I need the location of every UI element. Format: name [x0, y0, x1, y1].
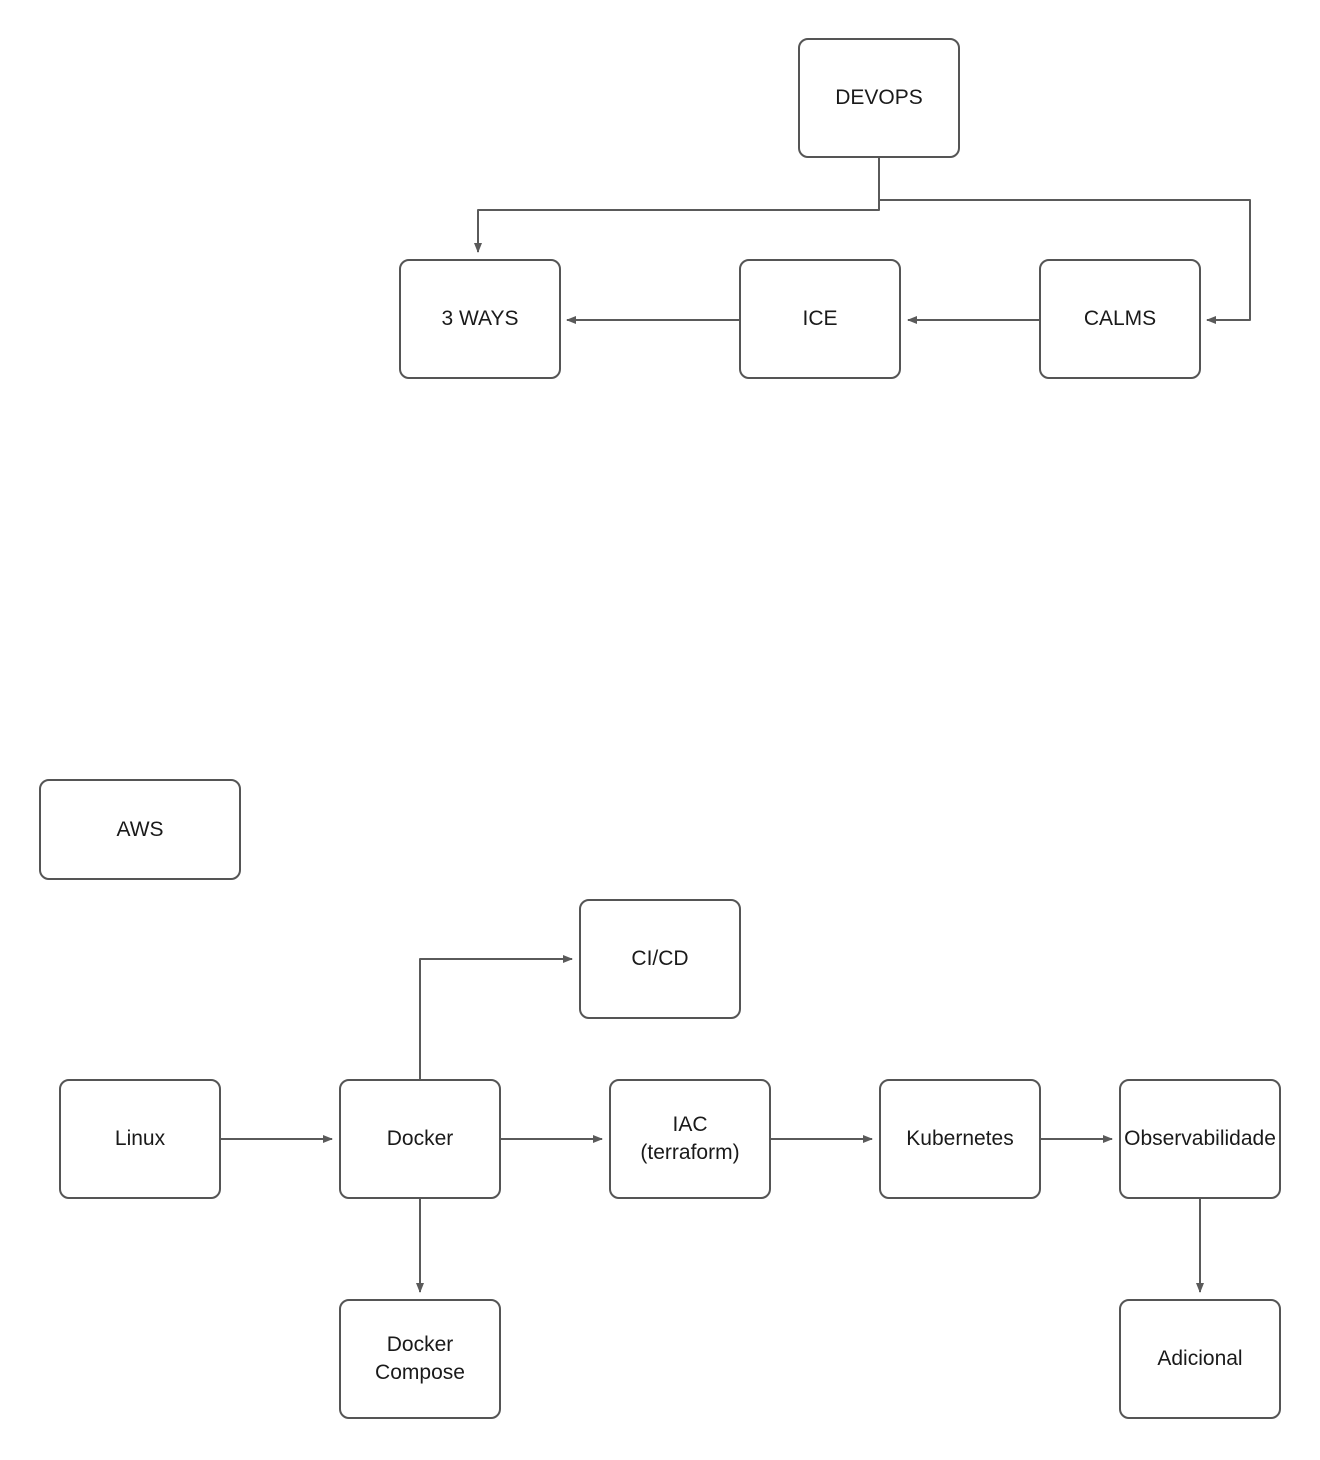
- node-label-docker: Docker: [386, 1127, 454, 1151]
- edge-devops-to-three-ways: [474, 158, 880, 253]
- node-cicd[interactable]: CI/CD: [579, 899, 741, 1019]
- node-label-adicional: Adicional: [1157, 1347, 1243, 1371]
- node-label-ice: ICE: [802, 307, 838, 331]
- node-ice[interactable]: ICE: [739, 259, 901, 379]
- node-aws[interactable]: AWS: [39, 779, 241, 880]
- node-linux[interactable]: Linux: [59, 1079, 221, 1199]
- node-label-three_ways: 3 WAYS: [441, 307, 519, 331]
- node-label-cicd: CI/CD: [631, 947, 689, 971]
- node-calms[interactable]: CALMS: [1039, 259, 1201, 379]
- node-observability[interactable]: Observabilidade: [1119, 1079, 1281, 1199]
- node-three_ways[interactable]: 3 WAYS: [399, 259, 561, 379]
- node-devops[interactable]: DEVOPS: [798, 38, 960, 158]
- node-label-linux: Linux: [114, 1127, 166, 1151]
- diagram-edges-layer: [221, 158, 1251, 1293]
- diagram-canvas: DEVOPS 3 WAYS ICE CALMS AWS CI/CD Linux Docker I…: [0, 0, 1320, 1460]
- node-kubernetes[interactable]: Kubernetes: [879, 1079, 1041, 1199]
- node-label-text-observability: Observabilidade: [1124, 1127, 1276, 1151]
- node-label-docker_compose: Docker Compose: [375, 1333, 465, 1384]
- node-label-iac: IAC (terraform): [640, 1113, 740, 1164]
- node-docker[interactable]: Docker: [339, 1079, 501, 1199]
- node-iac[interactable]: IAC (terraform): [609, 1079, 771, 1199]
- node-label-aws: AWS: [116, 817, 164, 841]
- node-label-kubernetes: Kubernetes: [906, 1127, 1014, 1151]
- node-label-devops: DEVOPS: [835, 86, 923, 110]
- node-docker_compose[interactable]: Docker Compose: [339, 1299, 501, 1419]
- node-adicional[interactable]: Adicional: [1119, 1299, 1281, 1419]
- node-label-calms: CALMS: [1083, 307, 1157, 331]
- edge-docker-to-cicd: [419, 955, 573, 1079]
